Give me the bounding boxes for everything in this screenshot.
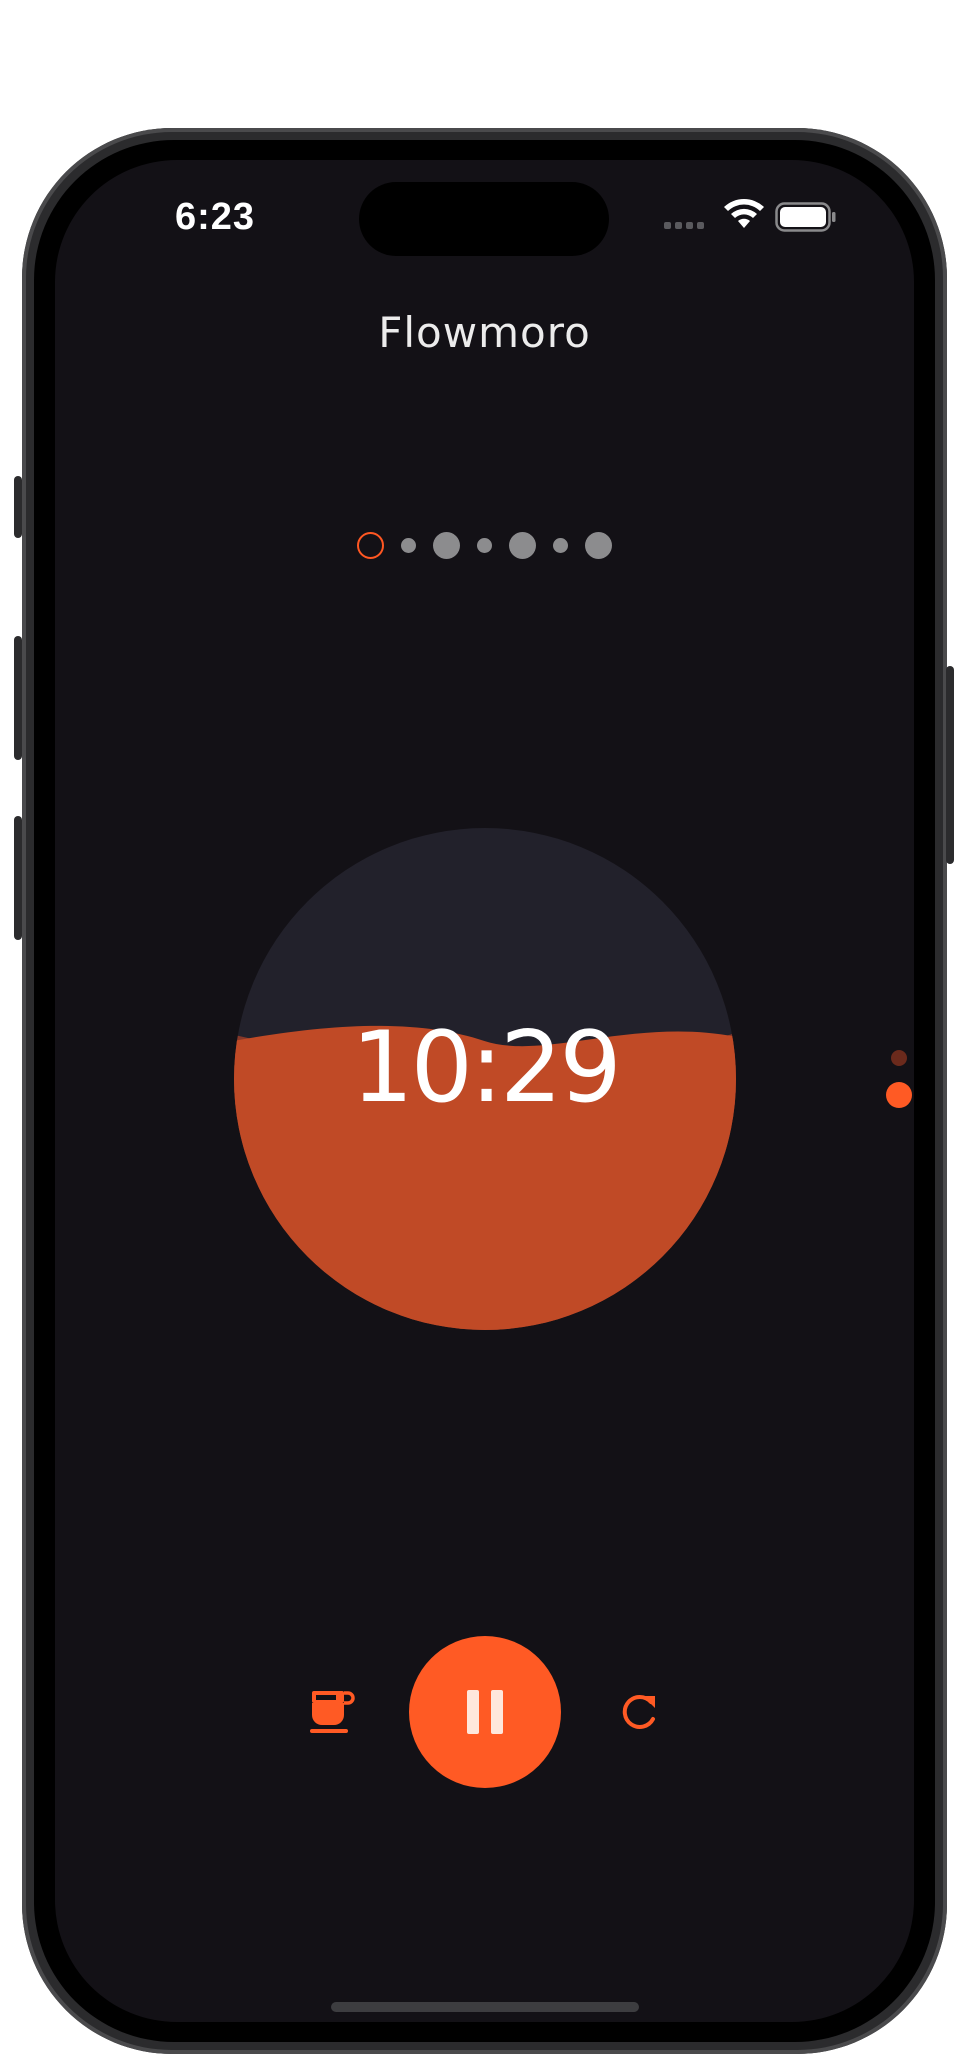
session-dot-break — [553, 537, 568, 553]
coffee-cup-icon — [310, 1691, 355, 1733]
session-dot-focus — [433, 531, 460, 559]
page-indicator-dot-active[interactable] — [886, 1082, 912, 1108]
home-indicator — [331, 2002, 639, 2012]
session-dot-break — [401, 537, 416, 553]
page-indicator-dot[interactable] — [891, 1050, 907, 1066]
pause-button[interactable] — [409, 1636, 561, 1788]
volume-down-button — [14, 816, 22, 940]
app-screen: 6:23 Flowmoro 10:29 — [55, 160, 914, 2022]
session-dot-focus-current — [357, 531, 384, 559]
timer-display: 10:29 — [351, 1011, 621, 1125]
action-button — [14, 476, 22, 538]
break-button[interactable] — [307, 1686, 359, 1738]
session-dot-break — [477, 537, 492, 553]
pause-icon — [467, 1690, 503, 1734]
refresh-icon — [622, 1694, 655, 1729]
session-dot-focus — [509, 531, 536, 559]
session-progress-dots — [55, 160, 914, 760]
reset-button[interactable] — [615, 1688, 663, 1736]
power-button — [946, 666, 954, 864]
volume-up-button — [14, 636, 22, 760]
session-dot-focus — [585, 531, 612, 559]
